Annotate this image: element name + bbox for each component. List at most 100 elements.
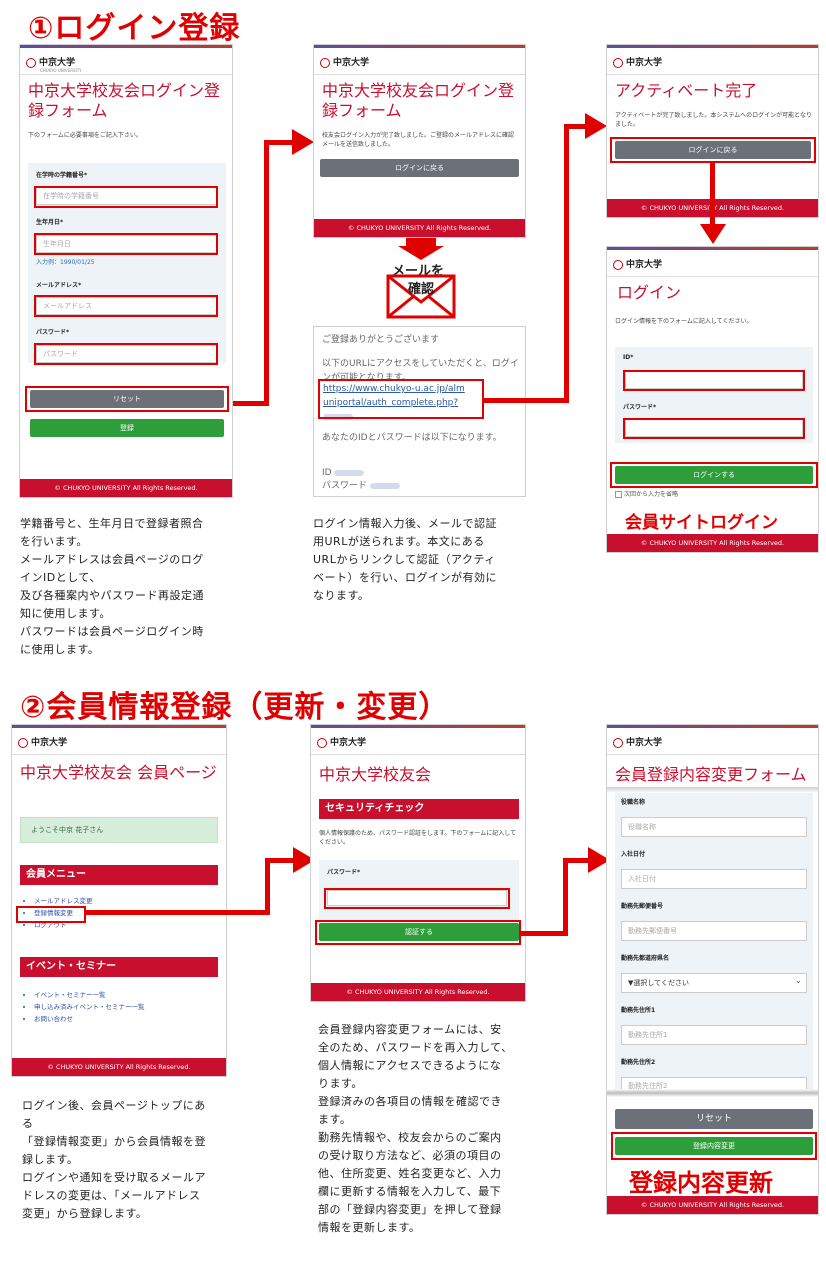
highlight-box <box>34 233 218 255</box>
flow-arrow <box>710 162 715 227</box>
footer: © CHUKYO UNIVERSITY All Rights Reserved. <box>20 479 232 497</box>
security-check-panel: 中京大学 中京大学校友会 セキュリティチェック 個人情報保護のため、パスワード認… <box>310 724 526 1002</box>
highlight-box <box>623 370 805 391</box>
hire-date-label: 入社日付 <box>621 851 646 858</box>
event-list-link[interactable]: イベント・セミナー一覧 <box>34 989 145 1001</box>
password-label: パスワード* <box>623 404 657 411</box>
flow-arrow <box>265 858 270 915</box>
mail-pw-row: パスワード <box>322 479 400 493</box>
reset-button[interactable]: リセット <box>615 1109 813 1129</box>
highlight-box <box>16 906 86 923</box>
id-label: ID* <box>623 354 634 361</box>
footer: © CHUKYO UNIVERSITY All Rights Reserved. <box>12 1058 226 1076</box>
page-title: ログイン <box>617 283 682 302</box>
top-bar <box>607 247 818 250</box>
contact-link[interactable]: お問い合わせ <box>34 1013 145 1025</box>
top-bar <box>311 725 525 728</box>
event-list: イベント・セミナー一覧 申し込み済みイベント・セミナー一覧 お問い合わせ <box>22 989 145 1025</box>
remember-checkbox[interactable]: 次回から入力を省略 <box>615 490 678 499</box>
flow-arrow <box>264 140 269 406</box>
update-caption: 登録内容更新 <box>629 1169 773 1197</box>
job-title-label: 役職名称 <box>621 799 646 806</box>
email-label: メールアドレス* <box>36 282 82 289</box>
university-logo: 中京大学 <box>613 257 662 270</box>
cut-edge <box>607 787 818 793</box>
university-logo: 中京大学 <box>317 735 366 748</box>
down-arrow-icon <box>398 238 444 260</box>
university-logo: 中京大学 <box>613 55 662 68</box>
member-menu-header: 会員メニュー <box>20 865 218 885</box>
work-address1-label: 勤務先住所1 <box>621 1007 656 1014</box>
work-prefecture-label: 勤務先都道府県名 <box>621 955 670 962</box>
section2-desc-left: ログイン後、会員ページトップにある 「登録情報変更」から会員情報を登 録します。 … <box>22 1099 206 1220</box>
highlight-box <box>324 888 510 909</box>
flow-arrow <box>563 858 591 863</box>
intro-text: 下のフォームに必要事項をご記入下さい。 <box>28 132 142 139</box>
flow-arrow <box>564 124 569 403</box>
page-title: 中京大学校友会 <box>319 765 432 784</box>
divider <box>311 754 525 755</box>
student-number-label: 在学時の学籍番号* <box>36 172 88 179</box>
complete-message: 校友会ログイン入力が完了致しました。ご登録のメールアドレスに確認メールを送信致し… <box>322 132 515 148</box>
dob-label: 生年月日* <box>36 219 64 226</box>
member-info-change-panel: 中京大学 会員登録内容変更フォーム 役職名称 役職名称 入社日付 入社日付 勤務… <box>606 724 819 1215</box>
work-address1-input[interactable]: 勤務先住所1 <box>621 1025 807 1045</box>
highlight-box <box>25 386 229 412</box>
logo-mark-icon <box>613 737 623 748</box>
highlight-box <box>34 295 218 317</box>
hire-date-input[interactable]: 入社日付 <box>621 869 807 889</box>
confirmation-email: ご登録ありがとうございます 以下のURLにアクセスをしていただくと、ログインが可… <box>313 326 526 497</box>
work-prefecture-select[interactable]: ▼選択してください <box>621 973 807 993</box>
page-title: 中京大学校友会ログイン登録フォーム <box>28 81 221 120</box>
password-label: パスワード* <box>36 329 70 336</box>
highlight-box <box>315 920 521 945</box>
university-logo: 中京大学 CHUKYO UNIVERSITY <box>26 55 82 73</box>
job-title-input[interactable]: 役職名称 <box>621 817 807 837</box>
member-page-panel: 中京大学 中京大学校友会 会員ページ ようこそ中京 花子さん 会員メニュー メー… <box>11 724 227 1077</box>
login-intro: ログイン情報を下のフォームに記入してください。 <box>615 318 753 325</box>
registration-form-panel: 中京大学 CHUKYO UNIVERSITY 中京大学校友会ログイン登録フォーム … <box>19 44 233 498</box>
highlight-box <box>34 343 218 365</box>
back-to-login-button[interactable]: ログインに戻る <box>320 159 519 177</box>
footer: © CHUKYO UNIVERSITY All Rights Reserved. <box>607 1196 818 1214</box>
arrow-head-icon <box>585 113 607 139</box>
mail-check-label-2: 確認 <box>408 282 435 297</box>
checkbox-icon[interactable] <box>615 491 622 498</box>
university-logo: 中京大学 <box>18 735 67 748</box>
flow-arrow <box>265 858 295 863</box>
flow-arrow <box>264 140 294 145</box>
section2-desc-mid: 会員登録内容変更フォームには、安 全のため、パスワードを再入力して、 個人情報にア… <box>318 1023 513 1234</box>
arrow-head-icon <box>700 224 726 244</box>
activation-message: アクティベートが完了致しました。本システムへのログインが可能となりました。 <box>615 112 812 128</box>
logo-mark-icon <box>613 57 623 68</box>
flow-arrow <box>563 858 568 936</box>
page-title: 会員登録内容変更フォーム <box>615 765 807 784</box>
divider <box>12 754 226 755</box>
top-bar <box>607 725 818 728</box>
dob-example: 入力例：1990/01/25 <box>36 259 95 266</box>
registration-complete-panel: 中京大学 中京大学校友会ログイン登録フォーム 校友会ログイン入力が完了致しました… <box>313 44 526 238</box>
mail-id-row: ID <box>322 466 365 480</box>
work-postal-input[interactable]: 勤務先郵便番号 <box>621 921 807 941</box>
arrow-head-icon <box>292 129 314 155</box>
chevron-down-icon: ⌄ <box>795 976 802 985</box>
logo-mark-icon <box>26 57 36 68</box>
page-title: 中京大学校友会 会員ページ <box>20 763 217 782</box>
highlight-box <box>34 186 218 208</box>
top-bar <box>12 725 226 728</box>
highlight-box <box>318 379 484 419</box>
highlight-box <box>623 418 805 439</box>
mail-id-pw-text: あなたのIDとパスワードは以下になります。 <box>322 433 502 443</box>
logo-mark-icon <box>317 737 327 748</box>
divider <box>607 754 818 755</box>
register-button[interactable]: 登録 <box>30 419 224 437</box>
member-login-caption: 会員サイトログイン <box>625 513 778 533</box>
blurred-password <box>369 482 400 489</box>
applied-events-link[interactable]: 申し込み済みイベント・セミナー一覧 <box>34 1001 145 1013</box>
cut-edge <box>607 1089 818 1097</box>
university-logo: 中京大学 <box>320 55 369 68</box>
flow-arrow <box>520 931 568 936</box>
section1-desc-mid: ログイン情報入力後、メールで認証 用URLが送られます。本文にある URLからリン… <box>313 517 497 602</box>
flow-arrow <box>85 910 270 915</box>
mail-thanks: ご登録ありがとうございます <box>322 335 440 345</box>
